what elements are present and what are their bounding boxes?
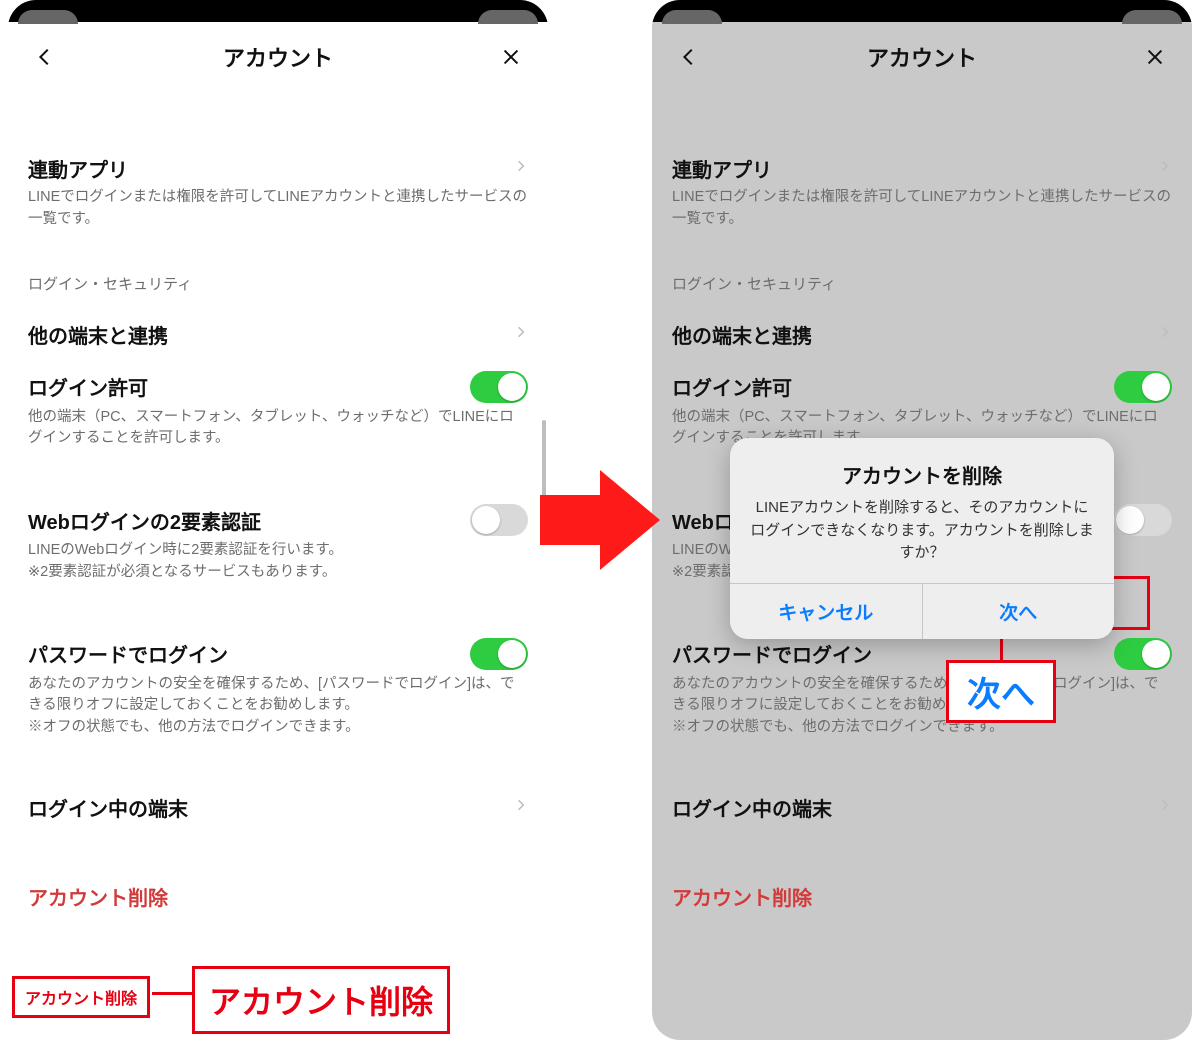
row-logged-in-devices[interactable]: ログイン中の端末 xyxy=(672,775,1172,826)
row-title: ログイン中の端末 xyxy=(28,793,188,822)
status-bar-notch xyxy=(8,0,548,22)
row-title: ログイン中の端末 xyxy=(672,793,832,822)
confirm-dialog: アカウントを削除 LINEアカウントを削除すると、そのアカウントにログインできな… xyxy=(730,438,1114,639)
row-delete-account[interactable]: アカウント削除 xyxy=(672,872,1172,915)
dialog-message: LINEアカウントを削除すると、そのアカウントにログインできなくなります。アカウ… xyxy=(750,497,1094,565)
row-title: 連動アプリ xyxy=(28,154,128,183)
row-logged-in-devices[interactable]: ログイン中の端末 xyxy=(28,775,528,826)
row-desc: LINEでログインまたは権限を許可してLINEアカウントと連携したサービスの一覧… xyxy=(28,187,528,245)
row-login-allow: ログイン許可 xyxy=(672,353,1172,407)
row-login-allow: ログイン許可 xyxy=(28,353,528,407)
nav-header: アカウント xyxy=(8,22,548,90)
toggle-web-2fa[interactable] xyxy=(470,504,528,536)
row-title: ログイン許可 xyxy=(672,372,792,401)
toggle-password-login[interactable] xyxy=(1114,638,1172,670)
transition-arrow-icon xyxy=(540,465,660,575)
row-linked-apps[interactable]: 連動アプリ xyxy=(28,136,528,187)
back-icon[interactable] xyxy=(28,40,62,74)
row-web-2fa: Webログインの2要素認証 xyxy=(28,486,528,540)
row-other-devices[interactable]: 他の端末と連携 xyxy=(28,302,528,353)
toggle-login-allow[interactable] xyxy=(470,371,528,403)
dialog-cancel-button[interactable]: キャンセル xyxy=(730,584,922,639)
toggle-login-allow[interactable] xyxy=(1114,371,1172,403)
dialog-next-button[interactable]: 次へ xyxy=(922,584,1115,639)
row-title: パスワードでログイン xyxy=(672,639,872,668)
row-title: ログイン許可 xyxy=(28,372,148,401)
row-delete-account[interactable]: アカウント削除 xyxy=(28,872,528,915)
dialog-title: アカウントを削除 xyxy=(750,460,1094,489)
row-title-delete: アカウント削除 xyxy=(672,882,812,911)
chevron-right-icon xyxy=(1158,796,1172,819)
close-icon[interactable] xyxy=(494,40,528,74)
phone-screen-left: アカウント 連動アプリ LINEでログインまたは権限を許可してLINEアカウント… xyxy=(8,0,548,1040)
row-password-login: パスワードでログイン xyxy=(28,620,528,674)
row-desc: LINEでログインまたは権限を許可してLINEアカウントと連携したサービスの一覧… xyxy=(672,187,1172,245)
row-desc: あなたのアカウントの安全を確保するため、[パスワードでログイン]は、できる限りオ… xyxy=(28,674,528,753)
section-label-login-security: ログイン・セキュリティ xyxy=(28,245,528,302)
settings-list: 連動アプリ LINEでログインまたは権限を許可してLINEアカウントと連携したサ… xyxy=(8,90,548,935)
chevron-right-icon xyxy=(514,323,528,346)
chevron-right-icon xyxy=(1158,157,1172,180)
callout-next-big: 次へ xyxy=(946,660,1056,723)
callout-delete-account-big: アカウント削除 xyxy=(192,966,450,1034)
row-linked-apps[interactable]: 連動アプリ xyxy=(672,136,1172,187)
phone-screen-right: アカウント 連動アプリ LINEでログインまたは権限を許可してLINEアカウント… xyxy=(652,0,1192,1040)
row-title: Webログインの2要素認証 xyxy=(28,506,261,535)
row-title: パスワードでログイン xyxy=(28,639,228,668)
row-title-delete: アカウント削除 xyxy=(28,882,168,911)
connector-line xyxy=(152,992,192,995)
chevron-right-icon xyxy=(514,157,528,180)
toggle-web-2fa[interactable] xyxy=(1114,504,1172,536)
row-desc: LINEのWebログイン時に2要素認証を行います。 ※2要素認証が必須となるサー… xyxy=(28,540,528,598)
status-bar-notch xyxy=(652,0,1192,22)
toggle-password-login[interactable] xyxy=(470,638,528,670)
row-other-devices[interactable]: 他の端末と連携 xyxy=(672,302,1172,353)
close-icon[interactable] xyxy=(1138,40,1172,74)
chevron-right-icon xyxy=(514,796,528,819)
row-title: 他の端末と連携 xyxy=(28,320,168,349)
row-title: 連動アプリ xyxy=(672,154,772,183)
nav-header: アカウント xyxy=(652,22,1192,90)
page-title: アカウント xyxy=(706,41,1138,73)
page-title: アカウント xyxy=(62,41,494,73)
section-label-login-security: ログイン・セキュリティ xyxy=(672,245,1172,302)
callout-delete-account-small: アカウント削除 xyxy=(12,976,150,1018)
row-desc: 他の端末（PC、スマートフォン、タブレット、ウォッチなど）でLINEにログインす… xyxy=(28,407,528,465)
chevron-right-icon xyxy=(1158,323,1172,346)
row-title: 他の端末と連携 xyxy=(672,320,812,349)
back-icon[interactable] xyxy=(672,40,706,74)
row-desc: あなたのアカウントの安全を確保するため、[パスワードでログイン]は、できる限りオ… xyxy=(672,674,1172,753)
